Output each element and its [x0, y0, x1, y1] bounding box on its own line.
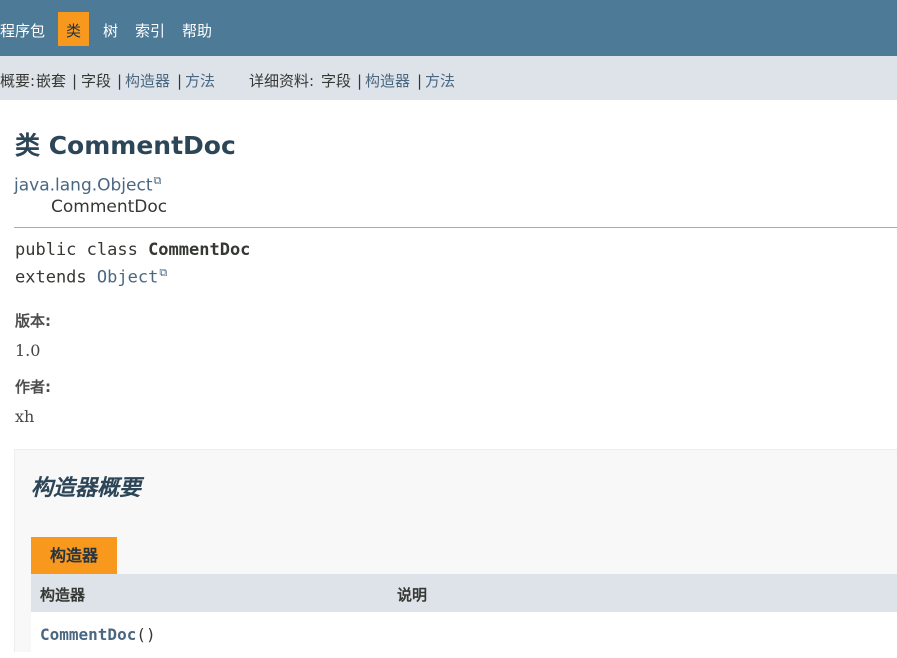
divider	[14, 227, 897, 228]
separator: |	[117, 72, 123, 90]
sub-navbar: 概要: 嵌套 | 字段 | 构造器 | 方法 详细资料: 字段 | 构造器 | …	[0, 56, 897, 100]
constructor-summary-title: 构造器概要	[31, 476, 142, 501]
summary-nested: 嵌套	[36, 72, 67, 90]
constructor-signature: CommentDoc()	[40, 612, 156, 658]
page-title: 类 CommentDoc	[15, 131, 236, 160]
author-label: 作者:	[15, 378, 51, 396]
version-label: 版本:	[15, 312, 51, 330]
summary-constructor-link[interactable]: 构造器	[125, 56, 170, 106]
constructor-summary-section: 构造器概要 构造器 构造器 说明 CommentDoc()	[14, 449, 897, 652]
separator: |	[417, 72, 423, 90]
version-value: 1.0	[15, 341, 41, 360]
signature-extends: extends	[15, 267, 97, 288]
column-header-constructor: 构造器	[40, 586, 86, 604]
nav-class-active: 类	[58, 12, 90, 46]
summary-method-link[interactable]: 方法	[185, 56, 215, 106]
separator: |	[177, 72, 183, 90]
signature-class-name: CommentDoc	[148, 240, 251, 260]
detail-label: 详细资料:	[249, 72, 315, 90]
summary-field: 字段	[81, 72, 112, 90]
parent-class-name[interactable]: java.lang.Object	[14, 176, 153, 196]
nav-package[interactable]: 程序包	[0, 0, 45, 56]
external-link-icon: ⧉	[153, 174, 162, 187]
table-header: 构造器 说明	[31, 574, 897, 612]
constructor-tab[interactable]: 构造器	[31, 537, 117, 574]
constructor-link[interactable]: CommentDoc	[40, 625, 136, 644]
separator: |	[357, 72, 363, 90]
nav-help[interactable]: 帮助	[182, 0, 212, 56]
detail-method-link[interactable]: 方法	[425, 56, 455, 106]
top-navbar: 程序包 类 树 索引 帮助	[0, 0, 897, 56]
inheritance-parent-link[interactable]: java.lang.Object⧉	[14, 174, 161, 196]
class-signature-line2: extends Object⧉	[15, 266, 167, 288]
column-header-description: 说明	[397, 586, 428, 604]
class-signature-line1: public class CommentDoc	[15, 240, 250, 260]
table-row: CommentDoc()	[31, 612, 897, 652]
nav-tree[interactable]: 树	[103, 0, 118, 56]
separator: |	[72, 72, 78, 90]
author-value: xh	[15, 407, 35, 426]
constructor-params: ()	[136, 625, 156, 644]
summary-label: 概要:	[0, 72, 36, 90]
signature-modifiers: public class	[15, 240, 149, 260]
nav-index[interactable]: 索引	[135, 0, 165, 56]
external-link-icon: ⧉	[159, 266, 168, 279]
inheritance-self: CommentDoc	[51, 197, 168, 217]
detail-field: 字段	[321, 72, 352, 90]
superclass-link[interactable]: Object	[97, 268, 158, 288]
detail-constructor-link[interactable]: 构造器	[365, 56, 410, 106]
